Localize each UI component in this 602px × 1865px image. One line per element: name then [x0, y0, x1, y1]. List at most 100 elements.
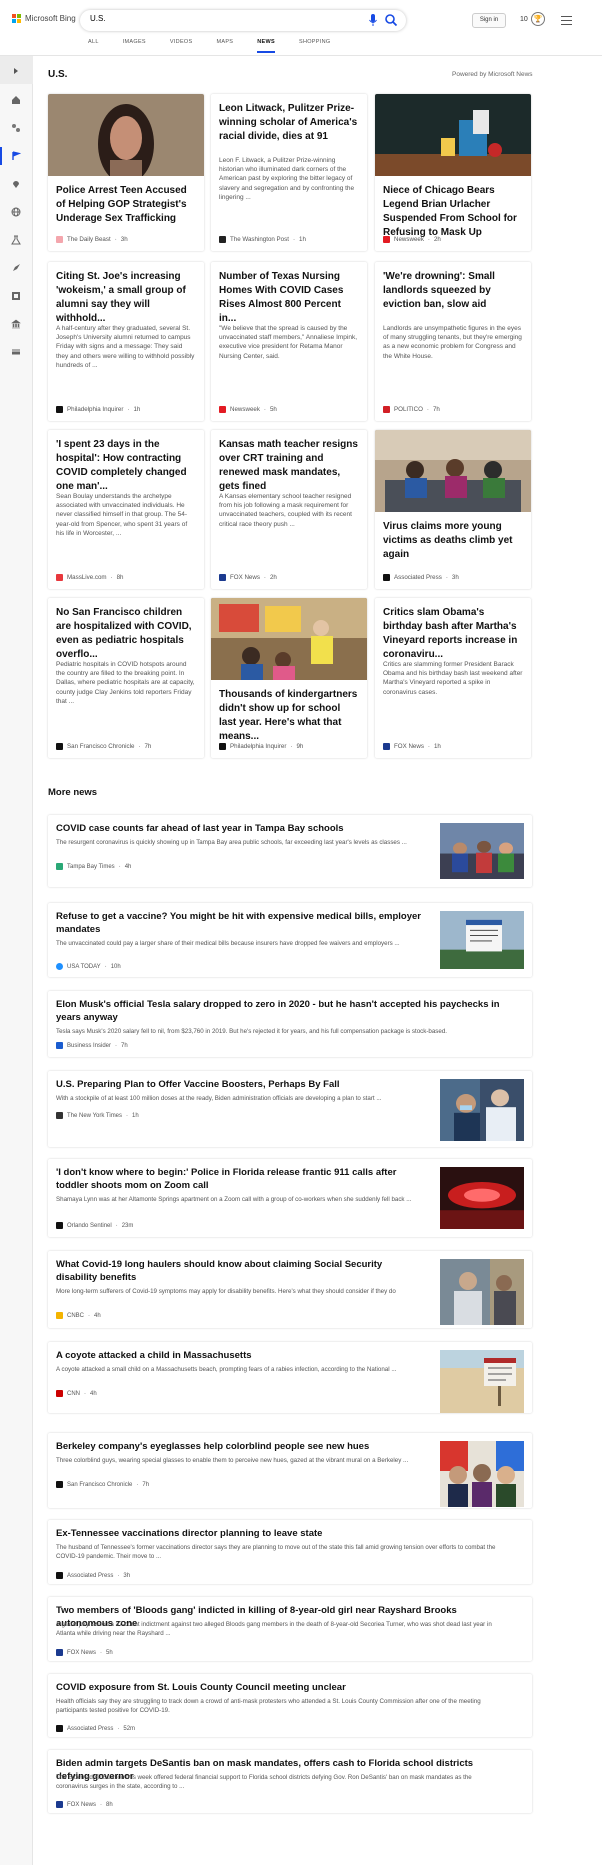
- globe-icon[interactable]: [10, 206, 22, 218]
- more-news-item[interactable]: Biden admin targets DeSantis ban on mask…: [48, 1750, 532, 1813]
- microphone-icon[interactable]: [368, 14, 378, 27]
- card-title[interactable]: No San Francisco children are hospitaliz…: [56, 606, 196, 662]
- trophy-icon: 🏆: [530, 12, 545, 26]
- more-news-item[interactable]: COVID exposure from St. Louis County Cou…: [48, 1674, 532, 1737]
- item-title[interactable]: 'I don't know where to begin:' Police in…: [56, 1166, 422, 1192]
- item-title[interactable]: A coyote attacked a child in Massachuset…: [56, 1349, 422, 1362]
- microsoft-logo-icon: [12, 14, 21, 23]
- home-icon[interactable]: [10, 94, 22, 106]
- sidebar: [0, 56, 33, 1865]
- sign-in-button[interactable]: Sign in: [472, 13, 506, 28]
- card-source: The Daily Beast · 3h: [56, 236, 128, 243]
- source-logo-icon: [56, 1649, 63, 1656]
- item-title[interactable]: U.S. Preparing Plan to Offer Vaccine Boo…: [56, 1078, 422, 1091]
- tab-videos[interactable]: VIDEOS: [170, 39, 193, 53]
- flag-icon[interactable]: [0, 147, 22, 165]
- more-news-item[interactable]: What Covid-19 long haulers should know a…: [48, 1251, 532, 1328]
- school-crowd-image: [440, 823, 524, 879]
- card-title[interactable]: Leon Litwack, Pulitzer Prize-winning sch…: [219, 102, 359, 144]
- item-source: CNBC · 4h: [56, 1312, 101, 1319]
- news-card[interactable]: Police Arrest Teen Accused of Helping GO…: [48, 94, 204, 251]
- more-news-item[interactable]: 'I don't know where to begin:' Police in…: [48, 1159, 532, 1237]
- search-box[interactable]: [80, 10, 406, 31]
- item-summary: Health officials say they are struggling…: [56, 1698, 481, 1714]
- card-title[interactable]: Citing St. Joe's increasing 'wokeism,' a…: [56, 270, 196, 326]
- source-logo-icon: [56, 1481, 63, 1488]
- tab-images[interactable]: IMAGES: [123, 39, 146, 53]
- news-card[interactable]: Virus claims more young victims as death…: [375, 430, 531, 589]
- rocket-icon[interactable]: [10, 262, 22, 274]
- more-news-item[interactable]: COVID case counts far ahead of last year…: [48, 815, 532, 887]
- section-title: U.S.: [48, 69, 68, 80]
- news-card[interactable]: 'We're drowning': Small landlords squeez…: [375, 262, 531, 421]
- item-summary: The Biden administration this week offer…: [56, 1774, 472, 1790]
- rewards-button[interactable]: 10 🏆: [520, 12, 545, 26]
- news-card[interactable]: Kansas math teacher resigns over CRT tra…: [211, 430, 367, 589]
- card-title[interactable]: 'I spent 23 days in the hospital': How c…: [56, 438, 196, 494]
- card-title[interactable]: Critics slam Obama's birthday bash after…: [383, 606, 523, 662]
- source-logo-icon: [56, 863, 63, 870]
- school-desk-image: [375, 94, 531, 176]
- item-title[interactable]: COVID case counts far ahead of last year…: [56, 822, 422, 835]
- science-icon[interactable]: [10, 234, 22, 246]
- source-logo-icon: [383, 236, 390, 243]
- news-card[interactable]: Thousands of kindergartners didn't show …: [211, 598, 367, 758]
- card-title[interactable]: Thousands of kindergartners didn't show …: [219, 688, 359, 744]
- news-card[interactable]: 'I spent 23 days in the hospital': How c…: [48, 430, 204, 589]
- location-icon[interactable]: [10, 178, 22, 190]
- more-news-item[interactable]: Refuse to get a vaccine? You might be hi…: [48, 903, 532, 977]
- card-title[interactable]: Niece of Chicago Bears Legend Brian Urla…: [383, 184, 523, 240]
- tab-shopping[interactable]: SHOPPING: [299, 39, 330, 53]
- source-logo-icon: [219, 236, 226, 243]
- news-card[interactable]: Niece of Chicago Bears Legend Brian Urla…: [375, 94, 531, 251]
- more-news-item[interactable]: A coyote attacked a child in Massachuset…: [48, 1342, 532, 1413]
- card-title[interactable]: Number of Texas Nursing Homes With COVID…: [219, 270, 359, 326]
- more-news-item[interactable]: Two members of 'Bloods gang' indicted in…: [48, 1597, 532, 1661]
- powered-by: Powered by Microsoft News: [452, 71, 533, 78]
- item-source: Associated Press · 3h: [56, 1572, 130, 1579]
- card-title[interactable]: Virus claims more young victims as death…: [383, 520, 523, 562]
- search-input[interactable]: [90, 14, 350, 23]
- news-card[interactable]: Number of Texas Nursing Homes With COVID…: [211, 262, 367, 421]
- news-card[interactable]: Critics slam Obama's birthday bash after…: [375, 598, 531, 758]
- more-news-item[interactable]: U.S. Preparing Plan to Offer Vaccine Boo…: [48, 1071, 532, 1147]
- source-logo-icon: [219, 743, 226, 750]
- search-icon[interactable]: [384, 13, 398, 27]
- item-source: San Francisco Chronicle · 7h: [56, 1481, 149, 1488]
- more-news-item[interactable]: Elon Musk's official Tesla salary droppe…: [48, 991, 532, 1057]
- film-icon[interactable]: [10, 290, 22, 302]
- bing-logo[interactable]: Microsoft Bing: [12, 14, 76, 23]
- source-logo-icon: [56, 1801, 63, 1808]
- item-title[interactable]: Elon Musk's official Tesla salary droppe…: [56, 998, 502, 1024]
- news-card[interactable]: Citing St. Joe's increasing 'wokeism,' a…: [48, 262, 204, 421]
- card-title[interactable]: Kansas math teacher resigns over CRT tra…: [219, 438, 359, 494]
- tab-all[interactable]: ALL: [88, 39, 99, 53]
- card-title[interactable]: Police Arrest Teen Accused of Helping GO…: [56, 184, 196, 226]
- source-logo-icon: [56, 1222, 63, 1229]
- more-news-item[interactable]: Berkeley company's eyeglasses help color…: [48, 1433, 532, 1508]
- sports-icon[interactable]: [10, 122, 22, 134]
- card-source: FOX News · 1h: [383, 743, 441, 750]
- source-logo-icon: [383, 406, 390, 413]
- card-title[interactable]: 'We're drowning': Small landlords squeez…: [383, 270, 523, 312]
- card-source: Newsweek · 2h: [383, 236, 441, 243]
- item-summary: The unvaccinated could pay a larger shar…: [56, 940, 400, 947]
- tab-maps[interactable]: MAPS: [216, 39, 233, 53]
- item-title[interactable]: Refuse to get a vaccine? You might be hi…: [56, 910, 422, 936]
- more-news-item[interactable]: Ex-Tennessee vaccinations director plann…: [48, 1520, 532, 1584]
- item-title[interactable]: Berkeley company's eyeglasses help color…: [56, 1440, 422, 1453]
- source-logo-icon: [219, 406, 226, 413]
- news-card[interactable]: No San Francisco children are hospitaliz…: [48, 598, 204, 758]
- news-card[interactable]: Leon Litwack, Pulitzer Prize-winning sch…: [211, 94, 367, 251]
- building-icon[interactable]: [10, 318, 22, 330]
- expand-icon[interactable]: [10, 65, 22, 77]
- item-title[interactable]: Ex-Tennessee vaccinations director plann…: [56, 1527, 502, 1540]
- menu-icon[interactable]: [561, 16, 572, 25]
- item-summary: With a stockpile of at least 100 million…: [56, 1095, 382, 1102]
- tab-news[interactable]: NEWS: [257, 39, 275, 53]
- item-title[interactable]: What Covid-19 long haulers should know a…: [56, 1258, 422, 1284]
- item-title[interactable]: COVID exposure from St. Louis County Cou…: [56, 1681, 502, 1694]
- source-logo-icon: [56, 574, 63, 581]
- item-summary: More long-term sufferers of Covid-19 sym…: [56, 1288, 396, 1295]
- money-icon[interactable]: [10, 346, 22, 358]
